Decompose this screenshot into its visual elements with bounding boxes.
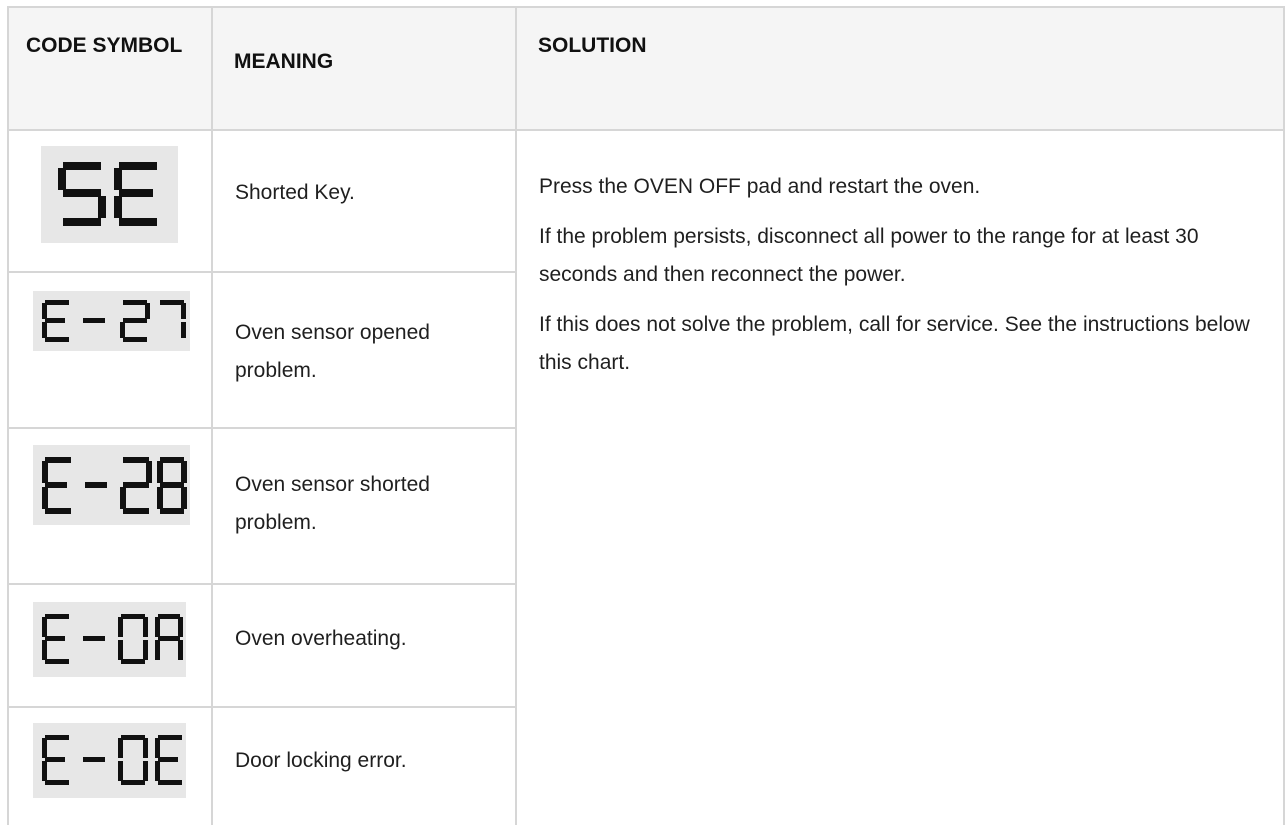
- seven-segment-se-icon: [58, 162, 157, 226]
- code-display-e0e: [33, 723, 186, 798]
- seven-segment-e28-icon: [42, 457, 187, 514]
- column-divider: [211, 6, 213, 825]
- solution-paragraph: If the problem persists, disconnect all …: [539, 225, 1199, 286]
- code-display-se: [41, 146, 178, 243]
- header-solution: SOLUTION: [538, 34, 647, 57]
- code-display-e27: [33, 291, 190, 351]
- header-meaning: MEANING: [234, 50, 334, 73]
- row-divider: [8, 583, 516, 585]
- solution-paragraph: Press the OVEN OFF pad and restart the o…: [539, 175, 981, 198]
- row-divider: [8, 271, 516, 273]
- code-display-e28: [33, 445, 190, 525]
- seven-segment-e0e-icon: [42, 735, 182, 785]
- meaning-text: Door locking error.: [235, 749, 407, 772]
- row-divider: [8, 706, 516, 708]
- table-top-border: [8, 6, 1285, 8]
- header-code-symbol: CODE SYMBOL: [26, 34, 183, 57]
- table-grid: [0, 0, 1285, 825]
- meaning-text: Oven sensor shorted problem.: [235, 473, 430, 534]
- solution-paragraph: If this does not solve the problem, call…: [539, 313, 1250, 374]
- solution-text: Press the OVEN OFF pad and restart the o…: [539, 168, 1274, 394]
- row-divider: [8, 427, 516, 429]
- column-divider: [515, 6, 517, 825]
- meaning-text: Oven overheating.: [235, 627, 407, 650]
- meaning-text: Shorted Key.: [235, 181, 355, 204]
- header-bottom-border: [8, 129, 1285, 131]
- meaning-text: Oven sensor opened problem.: [235, 321, 430, 382]
- table-left-border: [7, 6, 9, 825]
- seven-segment-e27-icon: [42, 300, 186, 342]
- seven-segment-e0a-icon: [42, 614, 183, 664]
- code-display-e0a: [33, 602, 186, 677]
